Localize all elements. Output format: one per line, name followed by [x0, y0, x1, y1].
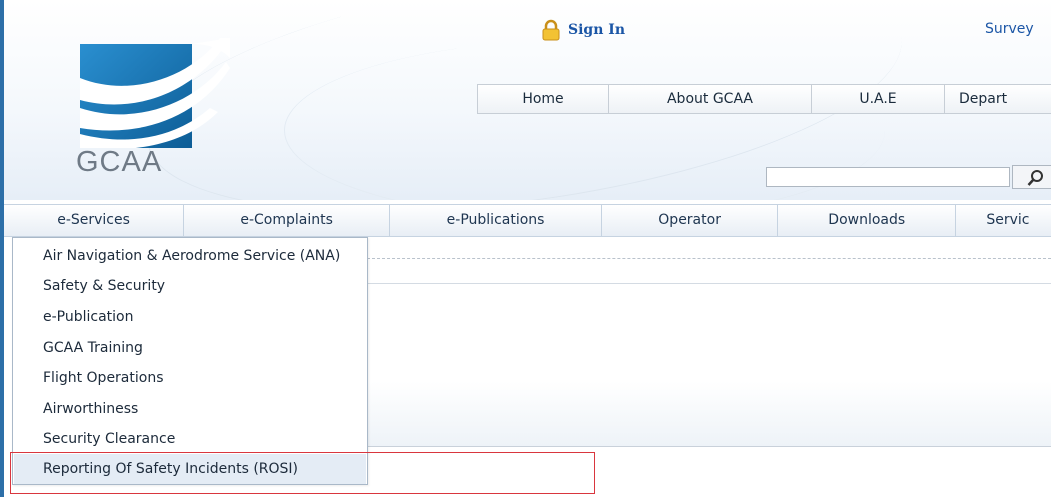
search-input[interactable]: [766, 167, 1010, 187]
menu-item-e-publication[interactable]: e-Publication: [14, 302, 366, 332]
search-icon: [1027, 170, 1043, 186]
tab-e-complaints[interactable]: e-Complaints: [184, 205, 391, 236]
top-nav-departments[interactable]: Depart: [945, 85, 1051, 113]
survey-link[interactable]: Survey: [985, 21, 1034, 37]
menu-item-safety-security[interactable]: Safety & Security: [14, 271, 366, 301]
menu-item-ana[interactable]: Air Navigation & Aerodrome Service (ANA): [14, 241, 366, 271]
content-divider-bottom: [367, 446, 1051, 447]
menu-item-flight-operations[interactable]: Flight Operations: [14, 363, 366, 393]
menu-item-airworthiness[interactable]: Airworthiness: [14, 394, 366, 424]
menu-item-security-clearance[interactable]: Security Clearance: [14, 424, 366, 454]
menu-item-rosi[interactable]: Reporting Of Safety Incidents (ROSI): [14, 454, 366, 484]
sign-in-link[interactable]: Sign In: [540, 19, 625, 41]
content-area: [367, 284, 1051, 446]
top-nav-home[interactable]: Home: [478, 85, 609, 113]
content-divider-dashed: [367, 258, 1051, 259]
e-services-dropdown: Air Navigation & Aerodrome Service (ANA)…: [12, 237, 368, 485]
main-nav: e-Services e-Complaints e-Publications O…: [4, 204, 1051, 237]
top-nav: Home About GCAA U.A.E Depart: [477, 84, 1051, 114]
tab-e-publications[interactable]: e-Publications: [390, 205, 603, 236]
tab-downloads[interactable]: Downloads: [778, 205, 957, 236]
tab-services[interactable]: Servic: [956, 205, 1051, 236]
logo-text: GCAA: [76, 146, 163, 178]
menu-item-gcaa-training[interactable]: GCAA Training: [14, 333, 366, 363]
sign-in-label: Sign In: [568, 22, 625, 38]
search-button[interactable]: [1012, 165, 1051, 189]
top-nav-uae[interactable]: U.A.E: [812, 85, 945, 113]
tab-e-services[interactable]: e-Services: [4, 205, 185, 236]
tab-operator[interactable]: Operator: [602, 205, 779, 236]
lock-icon: [542, 19, 560, 41]
top-nav-about[interactable]: About GCAA: [609, 85, 812, 113]
content-divider: [367, 283, 1051, 284]
